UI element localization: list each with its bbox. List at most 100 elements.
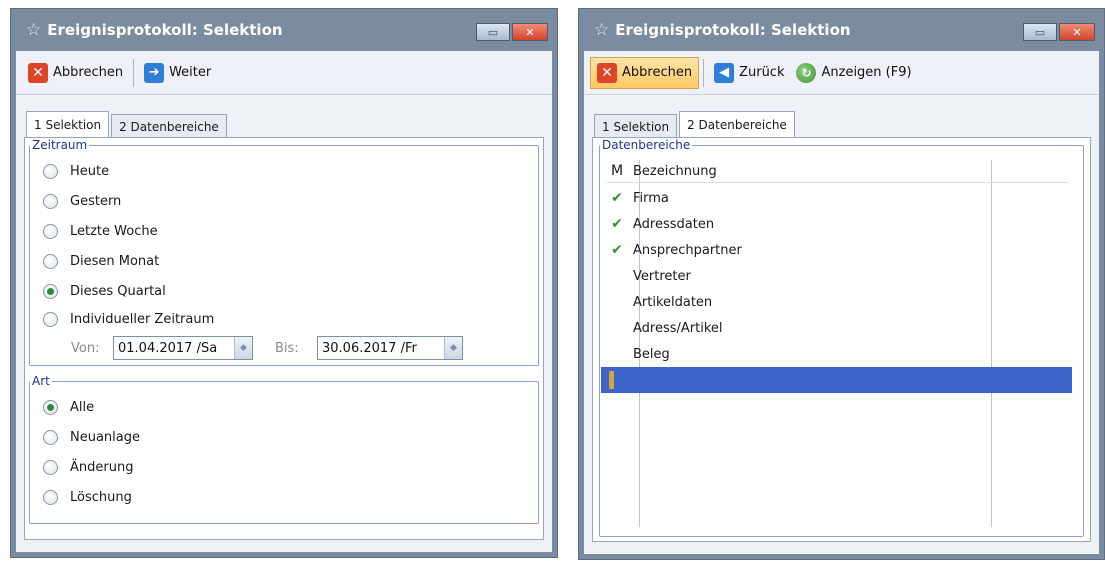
radio-label: Alle: [70, 400, 95, 415]
check-icon[interactable]: ✔: [601, 242, 633, 258]
bis-value: 30.06.2017 /Fr: [322, 340, 417, 356]
table-row[interactable]: ✔ Ansprechpartner: [601, 237, 1072, 263]
cancel-button[interactable]: ✕ Abbrechen: [590, 56, 700, 89]
radio-aenderung[interactable]: Änderung: [43, 460, 133, 475]
radio-label: Gestern: [70, 194, 122, 209]
window-controls: ▭ ✕: [476, 23, 548, 41]
radio-label: Änderung: [70, 460, 134, 475]
bis-date-field[interactable]: 30.06.2017 /Fr ◆: [317, 336, 463, 360]
table-row[interactable]: Artikeldaten: [601, 289, 1072, 315]
radio-circle-icon[interactable]: [43, 490, 58, 505]
spinner-icon[interactable]: ◆: [444, 337, 462, 359]
restore-button[interactable]: ▭: [1023, 23, 1057, 41]
table-row[interactable]: ✔ Adressdaten: [601, 211, 1072, 237]
zeitraum-legend: Zeitraum: [32, 138, 88, 152]
row-name: Adressdaten: [633, 216, 715, 232]
radio-label: Diesen Monat: [70, 254, 160, 269]
radio-dieses-quartal[interactable]: Dieses Quartal: [43, 284, 166, 299]
table-row[interactable]: Beleg: [601, 341, 1072, 367]
radio-label: Löschung: [70, 490, 132, 505]
restore-icon: ▭: [487, 25, 499, 39]
refresh-icon: ↻: [796, 62, 817, 83]
restore-button[interactable]: ▭: [476, 23, 510, 41]
radio-circle-icon[interactable]: [43, 194, 58, 209]
radio-circle-icon[interactable]: [43, 430, 58, 445]
edit-cursor: [609, 371, 614, 389]
show-button[interactable]: ↻ Anzeigen (F9): [790, 57, 917, 89]
check-icon[interactable]: ✔: [601, 216, 633, 232]
date-range-row: Von: 01.04.2017 /Sa ◆ Bis: 30.06.2017 /F…: [71, 336, 463, 360]
close-button[interactable]: ✕: [512, 23, 548, 41]
star-icon: ☆: [26, 20, 42, 40]
back-button[interactable]: ◀ Zurück: [708, 57, 790, 89]
toolbar: ✕ Abbrechen ◀ Zurück ↻ Anzeigen (F9): [584, 51, 1099, 95]
close-icon: ✕: [1072, 25, 1082, 39]
radio-label: Neuanlage: [70, 430, 140, 445]
check-icon[interactable]: ✔: [601, 190, 633, 206]
close-icon: ✕: [525, 25, 535, 39]
radio-circle-icon-selected[interactable]: [43, 400, 58, 415]
tab-selektion[interactable]: 1 Selektion: [594, 114, 678, 138]
column-header-bezeichnung[interactable]: Bezeichnung: [633, 164, 717, 179]
window-client: ✕ Abbrechen ➜ Weiter 1 Selektion 2 Daten…: [16, 51, 552, 552]
next-label: Weiter: [169, 65, 212, 80]
table-row[interactable]: ✔ Firma: [601, 185, 1072, 211]
tab-strip: 1 Selektion 2 Datenbereiche: [26, 111, 229, 138]
tab-panel-datenbereiche: Datenbereiche M Bezeichnung ✔ Firma ✔ Ad…: [592, 137, 1091, 542]
radio-individueller-zeitraum[interactable]: Individueller Zeitraum: [43, 312, 214, 327]
cancel-icon: ✕: [28, 62, 48, 83]
window-title: Ereignisprotokoll: Selektion: [615, 21, 851, 39]
tab-selektion[interactable]: 1 Selektion: [26, 111, 110, 138]
selection-window-left: ☆ Ereignisprotokoll: Selektion ▭ ✕ ✕ Abb…: [10, 8, 558, 558]
restore-icon: ▭: [1034, 25, 1046, 39]
toolbar-separator: [703, 58, 705, 87]
radio-circle-icon[interactable]: [43, 224, 58, 239]
radio-alle[interactable]: Alle: [43, 400, 94, 415]
table-row-new-selected[interactable]: [601, 367, 1072, 393]
radio-circle-icon[interactable]: [43, 312, 58, 327]
tab-datenbereiche[interactable]: 2 Datenbereiche: [111, 114, 227, 138]
cancel-label: Abbrechen: [53, 65, 124, 80]
row-name: Firma: [633, 190, 669, 206]
table-row[interactable]: Adress/Artikel: [601, 315, 1072, 341]
datenbereiche-legend: Datenbereiche: [602, 138, 691, 152]
window-controls: ▭ ✕: [1023, 23, 1095, 41]
radio-circle-icon[interactable]: [43, 460, 58, 475]
arrow-left-icon: ◀: [714, 62, 735, 83]
toolbar: ✕ Abbrechen ➜ Weiter: [16, 51, 552, 95]
title-bar[interactable]: ☆ Ereignisprotokoll: Selektion ▭ ✕: [16, 9, 552, 51]
cancel-label: Abbrechen: [622, 65, 693, 80]
title-bar[interactable]: ☆ Ereignisprotokoll: Selektion ▭ ✕: [584, 9, 1099, 51]
tab-datenbereiche[interactable]: 2 Datenbereiche: [679, 111, 795, 138]
cancel-icon: ✕: [597, 62, 617, 83]
radio-circle-icon-selected[interactable]: [43, 284, 58, 299]
close-button[interactable]: ✕: [1059, 23, 1095, 41]
show-label: Anzeigen (F9): [821, 65, 912, 80]
von-date-field[interactable]: 01.04.2017 /Sa ◆: [113, 336, 253, 360]
radio-gestern[interactable]: Gestern: [43, 194, 121, 209]
radio-diesen-monat[interactable]: Diesen Monat: [43, 254, 159, 269]
radio-neuanlage[interactable]: Neuanlage: [43, 430, 140, 445]
spinner-icon[interactable]: ◆: [234, 337, 252, 359]
next-button[interactable]: ➜ Weiter: [138, 57, 217, 89]
von-value: 01.04.2017 /Sa: [118, 340, 218, 356]
radio-label: Letzte Woche: [70, 224, 158, 239]
toolbar-separator: [133, 58, 135, 87]
column-header-m[interactable]: M: [601, 163, 633, 179]
grid-header: M Bezeichnung: [601, 158, 1072, 184]
cancel-button[interactable]: ✕ Abbrechen: [22, 57, 129, 89]
table-row[interactable]: Vertreter: [601, 263, 1072, 289]
radio-circle-icon[interactable]: [43, 254, 58, 269]
radio-letzte-woche[interactable]: Letzte Woche: [43, 224, 158, 239]
arrow-right-icon: ➜: [144, 62, 165, 83]
row-name: Artikeldaten: [633, 294, 713, 310]
radio-circle-icon[interactable]: [43, 164, 58, 179]
radio-loeschung[interactable]: Löschung: [43, 490, 132, 505]
radio-heute[interactable]: Heute: [43, 164, 109, 179]
radio-label: Dieses Quartal: [70, 284, 166, 299]
tab-strip: 1 Selektion 2 Datenbereiche: [594, 111, 797, 138]
selection-window-right: ☆ Ereignisprotokoll: Selektion ▭ ✕ ✕ Abb…: [578, 8, 1105, 560]
star-icon: ☆: [594, 20, 610, 40]
radio-label: Individueller Zeitraum: [70, 312, 215, 327]
tab-panel-selektion: Zeitraum Heute Gestern Letzte Woche Dies…: [24, 137, 544, 540]
